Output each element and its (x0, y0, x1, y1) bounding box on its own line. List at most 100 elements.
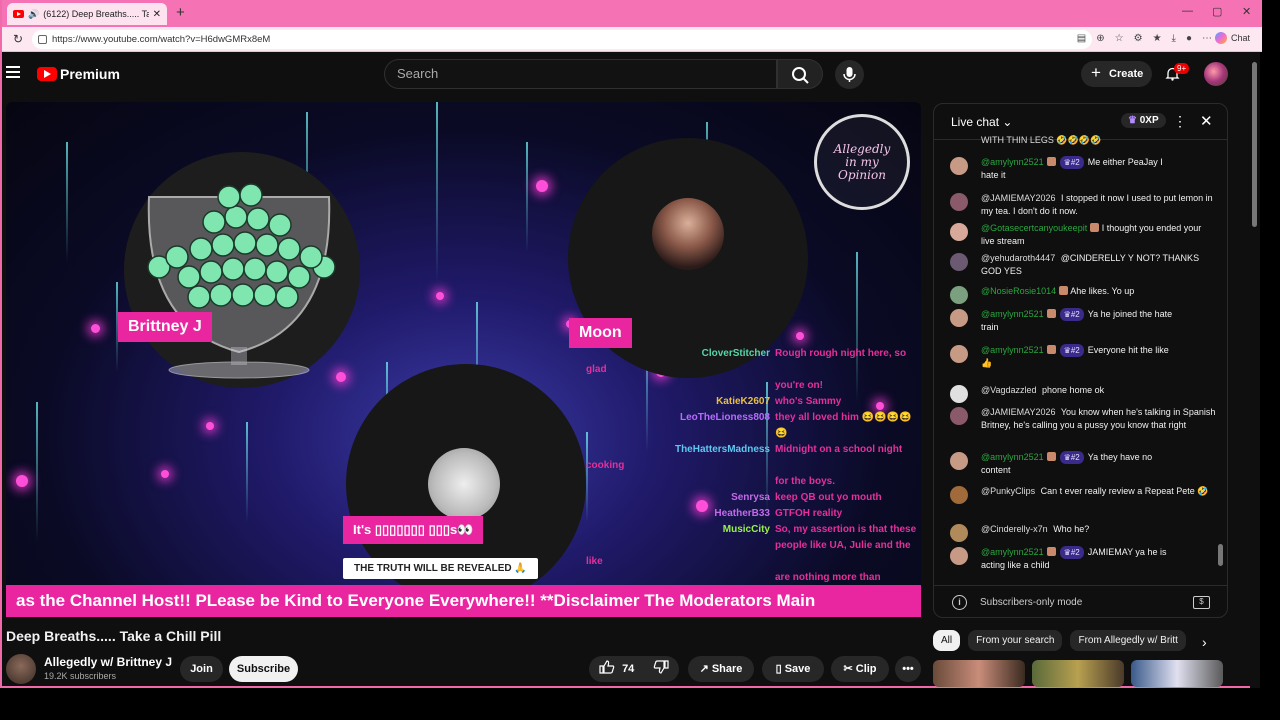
dollar-icon[interactable]: $ (1193, 596, 1210, 609)
subscribers-only-text: Subscribers-only mode (980, 597, 1083, 608)
zoom-icon[interactable]: ⊕ (1096, 33, 1104, 44)
chat-author-avatar[interactable] (950, 253, 968, 271)
chat-author-avatar[interactable] (950, 407, 968, 425)
account-avatar[interactable] (1204, 62, 1228, 86)
chips-next-icon[interactable]: › (1202, 634, 1207, 650)
chat-author[interactable]: @amylynn2521 (981, 157, 1044, 167)
chat-author[interactable]: @NosieRosie1014 (981, 286, 1056, 296)
save-button[interactable]: ▯ Save (762, 656, 824, 682)
extensions-icon[interactable]: ⚙ (1134, 33, 1143, 44)
channel-avatar[interactable] (6, 654, 36, 684)
chat-author[interactable]: @Vagdazzled (981, 385, 1037, 395)
copilot-button[interactable]: Chat (1214, 32, 1250, 44)
chat-author[interactable]: @Gotasecertcanyoukeepit (981, 223, 1087, 233)
host2-photo (652, 198, 724, 270)
new-tab-button[interactable]: + (176, 4, 185, 21)
channel-name[interactable]: Allegedly w/ Brittney J (44, 655, 172, 669)
info-icon[interactable]: i (952, 595, 967, 610)
page-scrollbar[interactable] (1250, 52, 1260, 688)
overlay-chat-row: MusicCity So, my assertion is that these (586, 522, 921, 538)
profile-icon[interactable]: ● (1186, 33, 1192, 44)
chat-author-avatar[interactable] (950, 193, 968, 211)
chat-more-icon[interactable]: ⋮ (1173, 113, 1187, 130)
chat-author-avatar[interactable] (950, 486, 968, 504)
youtube-logo[interactable]: Premium (37, 66, 120, 82)
scissors-icon: ✂ (843, 663, 853, 675)
video-player[interactable]: Brittney J Moon It's ▯▯▯▯▯▯▯ ▯▯▯s👀 THE T… (6, 102, 921, 617)
hamburger-menu-icon[interactable] (6, 66, 20, 78)
thumbnail[interactable] (1131, 660, 1223, 687)
overlay-chat-author: MusicCity (722, 524, 770, 535)
chat-mode-dropdown[interactable]: Live chat ⌄ (951, 115, 1012, 129)
chat-author[interactable]: @Cinderelly-x7n (981, 524, 1048, 534)
create-button[interactable]: Create (1081, 60, 1152, 87)
chat-author-avatar[interactable] (950, 385, 968, 403)
voice-search-button[interactable] (835, 60, 864, 89)
share-button[interactable]: ↗ Share (688, 656, 754, 682)
chat-title: Live chat (951, 115, 1000, 129)
chat-author[interactable]: @PunkyClips (981, 486, 1035, 496)
chat-author-avatar[interactable] (950, 286, 968, 304)
chat-author-avatar[interactable] (950, 223, 968, 241)
chat-author-avatar[interactable] (950, 547, 968, 565)
clip-label: Clip (855, 663, 877, 675)
like-button[interactable]: 74 (599, 660, 634, 675)
chat-author[interactable]: @amylynn2521 (981, 345, 1044, 355)
chat-author-avatar[interactable] (950, 524, 968, 542)
clip-button[interactable]: ✂ Clip (831, 656, 889, 682)
chat-author[interactable]: @amylynn2521 (981, 309, 1044, 319)
overlay-chat-author: LeoTheLioness808 (679, 412, 770, 423)
chat-author[interactable]: @yehudaroth4447 (981, 253, 1055, 263)
downloads-icon[interactable]: ⤓ (1172, 33, 1176, 44)
subscribe-button[interactable]: Subscribe (229, 656, 298, 682)
share-icon: ↗ (699, 663, 709, 675)
crown-icon: ♛ (1128, 115, 1137, 126)
chat-message: @amylynn2521 ♛#2 Ya he joined the hate trai… (981, 308, 1217, 334)
chat-author-avatar[interactable] (950, 309, 968, 327)
more-actions-button[interactable]: ••• (895, 656, 921, 682)
chip-from-channel[interactable]: From Allegedly w/ Britt (1070, 630, 1186, 651)
search-icon (792, 67, 809, 84)
chat-author[interactable]: @JAMIEMAY2026 (981, 193, 1056, 203)
close-chat-icon[interactable]: ✕ (1200, 112, 1213, 130)
chat-scrollbar[interactable] (1218, 144, 1223, 579)
site-info-icon[interactable] (38, 35, 47, 44)
chat-author-avatar[interactable] (950, 157, 968, 175)
thumbnail[interactable] (933, 660, 1025, 687)
reader-icon[interactable]: ▤ (1077, 33, 1086, 44)
chat-message-text: Ahe likes. Yo up (1070, 286, 1135, 296)
chip-from-search[interactable]: From your search (968, 630, 1063, 651)
browser-tab[interactable]: 🔊 (6122) Deep Breaths..... Take a ✕ (7, 3, 167, 25)
speaker-icon[interactable]: 🔊 (28, 9, 39, 20)
overlay-chat-author: Senrysa (731, 492, 770, 503)
dislike-button[interactable] (653, 656, 669, 682)
chat-author[interactable]: @amylynn2521 (981, 452, 1044, 462)
member-badge-icon (1046, 547, 1056, 556)
thumbnail[interactable] (1032, 660, 1124, 687)
close-tab-icon[interactable]: ✕ (153, 9, 161, 20)
member-badge-icon (1046, 452, 1056, 461)
chip-all[interactable]: All (933, 630, 961, 651)
overlay-chat-text: who's Sammy (775, 396, 842, 407)
minimize-icon[interactable]: — (1182, 5, 1193, 17)
url-field[interactable]: https://www.youtube.com/watch?v=H6dwGMRx… (32, 30, 1092, 49)
copilot-label: Chat (1230, 33, 1250, 43)
chat-author[interactable]: @amylynn2521 (981, 547, 1044, 557)
chat-message: @yehudaroth4447 @CINDERELLY Y NOT? THANK… (981, 252, 1217, 278)
more-menu-icon[interactable]: ⋯ (1202, 33, 1212, 44)
join-button[interactable]: Join (180, 656, 223, 682)
chat-author-avatar[interactable] (950, 452, 968, 470)
chat-message-text: Me either PeaJay I (1087, 157, 1163, 167)
maximize-icon[interactable]: ▢ (1212, 5, 1222, 18)
xp-badge[interactable]: ♛ 0XP (1121, 113, 1166, 128)
reload-icon[interactable]: ↻ (13, 32, 23, 46)
search-input[interactable]: Search (384, 59, 777, 89)
chat-author[interactable]: @JAMIEMAY2026 (981, 407, 1056, 417)
search-button[interactable] (777, 59, 823, 89)
chat-message: @JAMIEMAY2026 I stopped it now I used to… (981, 192, 1217, 218)
chat-author-avatar[interactable] (950, 345, 968, 363)
favorites-icon[interactable]: ★ (1153, 33, 1162, 44)
address-bar: ↻ https://www.youtube.com/watch?v=H6dwGM… (2, 27, 1262, 52)
favorite-star-icon[interactable]: ☆ (1115, 33, 1124, 44)
close-window-icon[interactable]: ✕ (1242, 5, 1251, 18)
